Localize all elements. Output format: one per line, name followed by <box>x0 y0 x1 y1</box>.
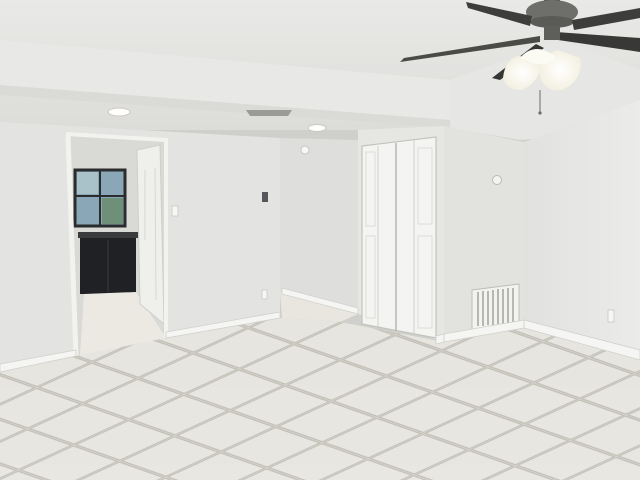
closet-wall <box>358 126 444 342</box>
ceiling-vent <box>246 110 292 116</box>
right-wall <box>444 100 640 360</box>
thermostat <box>492 175 502 185</box>
kitchen-window <box>73 168 127 228</box>
interior-door <box>136 144 165 326</box>
wall-outlet <box>607 309 615 323</box>
wall-plate <box>171 205 179 217</box>
closet-door <box>361 136 437 339</box>
smoke-detector <box>300 145 310 155</box>
room-illustration <box>0 0 640 480</box>
room-scene <box>0 0 640 480</box>
recessed-light <box>307 124 327 132</box>
kitchen-cabinet <box>78 232 138 294</box>
recessed-light <box>107 107 131 117</box>
wall-outlet <box>261 289 268 300</box>
light-switch <box>262 192 268 202</box>
hallway-doorway <box>65 132 168 357</box>
